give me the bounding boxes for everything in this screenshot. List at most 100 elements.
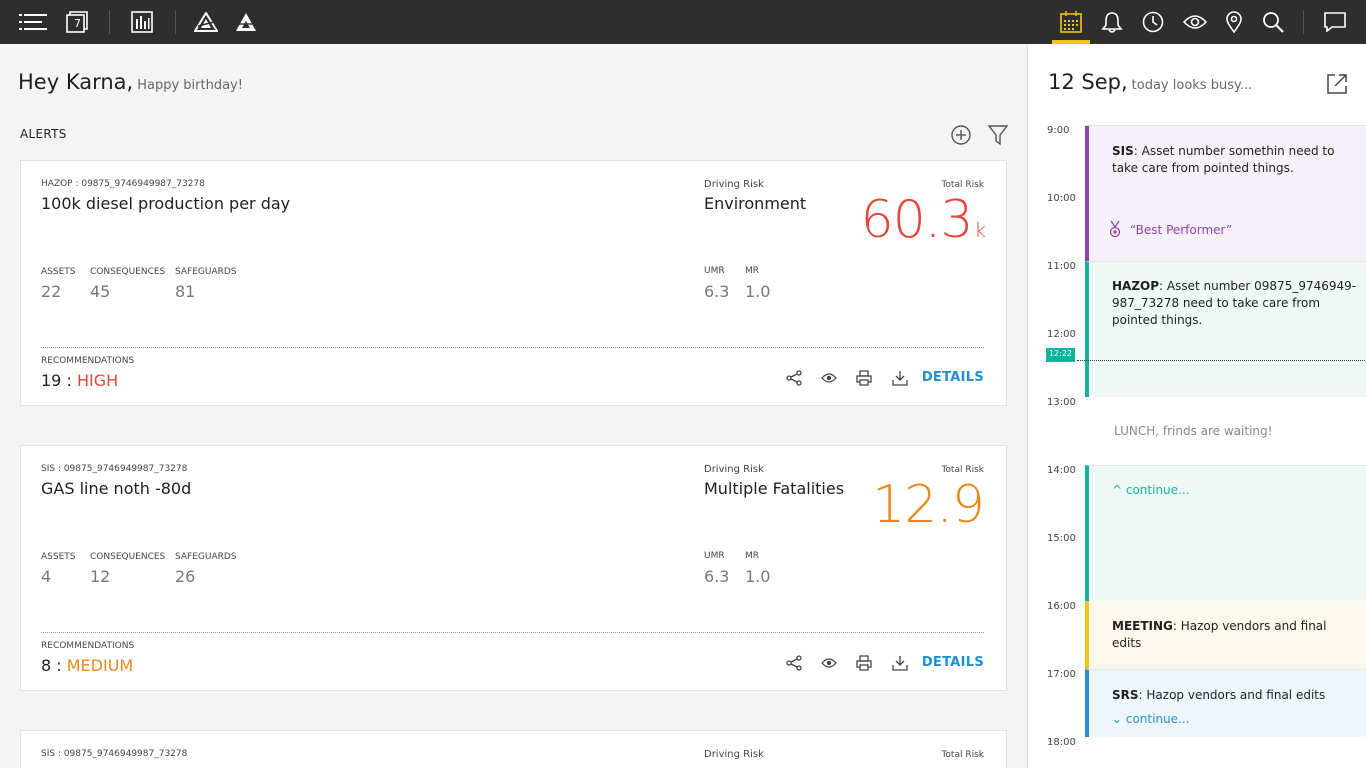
- toolbar-divider: [175, 10, 176, 34]
- continue-link[interactable]: ⌄ continue...: [1112, 712, 1190, 726]
- calendar-event[interactable]: MEETING: Hazop vendors and final edits: [1085, 601, 1366, 669]
- greeting: Hey Karna, Happy birthday!: [18, 70, 243, 94]
- filter-icon[interactable]: [987, 124, 1009, 146]
- total-risk-number: 60.3: [860, 190, 974, 250]
- umr-value: 6.3: [704, 282, 730, 301]
- add-alert-icon[interactable]: [950, 124, 972, 146]
- alert-title[interactable]: GAS line noth -80d: [41, 479, 191, 498]
- assets-label: ASSETS: [41, 552, 76, 562]
- event-text: HAZOP: Asset number 09875_9746949-987_73…: [1112, 278, 1357, 329]
- hour-label: 18:00: [1047, 737, 1076, 748]
- recommendations-count: 19 :: [41, 371, 72, 390]
- hour-label: 17:00: [1047, 669, 1076, 680]
- menu-icon[interactable]: [14, 0, 52, 44]
- details-button[interactable]: DETAILS: [922, 370, 984, 385]
- continue-link[interactable]: ^ continue...: [1112, 483, 1190, 497]
- open-external-icon[interactable]: [1326, 73, 1348, 95]
- report-icon[interactable]: [123, 0, 161, 44]
- schedule-date-day: 12 Sep,: [1048, 70, 1128, 94]
- safeguards-label: SAFEGUARDS: [175, 552, 237, 562]
- greeting-name: Hey Karna,: [18, 70, 134, 94]
- total-risk-unit: k: [974, 218, 986, 242]
- total-risk-label: Total Risk: [941, 750, 984, 760]
- hour-label: 15:00: [1047, 533, 1076, 544]
- event-description: : Asset number somethin need to take car…: [1112, 144, 1335, 175]
- view-icon[interactable]: [819, 653, 839, 673]
- chat-icon[interactable]: [1316, 0, 1354, 44]
- calendar-event[interactable]: SRS: Hazop vendors and final edits ⌄ con…: [1085, 669, 1366, 737]
- alert-card: SIS : 09875_9746949987_73278 Driving Ris…: [20, 730, 1007, 768]
- hour-label: 10:00: [1047, 193, 1076, 204]
- calendar-event[interactable]: LUNCH, frinds are waiting!: [1085, 397, 1366, 465]
- download-icon[interactable]: [890, 653, 910, 673]
- calendar-event[interactable]: SIS: Asset number somethin need to take …: [1085, 126, 1366, 261]
- view-icon[interactable]: [819, 368, 839, 388]
- search-icon[interactable]: [1254, 0, 1292, 44]
- share-icon[interactable]: [784, 368, 804, 388]
- mr-label: MR: [745, 266, 760, 276]
- recommendations-value: 19 : HIGH: [41, 371, 118, 390]
- umr-label: UMR: [704, 266, 725, 276]
- hour-label: 9:00: [1047, 125, 1070, 136]
- assets-value: 4: [41, 567, 52, 586]
- recommendations-count: 8 :: [41, 656, 62, 675]
- recommendations-label: RECOMMENDATIONS: [41, 641, 135, 651]
- driving-risk-label: Driving Risk: [704, 749, 764, 760]
- umr-value: 6.3: [704, 567, 730, 586]
- alert-card: HAZOP : 09875_9746949987_73278 100k dies…: [20, 160, 1007, 406]
- download-icon[interactable]: [890, 368, 910, 388]
- share-icon[interactable]: [784, 653, 804, 673]
- event-text: SRS: Hazop vendors and final edits: [1112, 687, 1357, 704]
- schedule-date: 12 Sep, today looks busy...: [1048, 70, 1252, 94]
- total-risk-value: 12.9: [872, 472, 986, 548]
- safeguards-value: 26: [175, 567, 196, 586]
- event-description: : Hazop vendors and final edits: [1138, 688, 1326, 702]
- mr-value: 1.0: [745, 282, 771, 301]
- consequences-value: 12: [90, 567, 111, 586]
- triangle-icon[interactable]: [227, 0, 265, 44]
- print-icon[interactable]: [854, 653, 874, 673]
- assets-label: ASSETS: [41, 267, 76, 277]
- alert-code: SIS : 09875_9746949987_73278: [41, 749, 188, 759]
- total-risk-value: 60.3 k: [861, 187, 986, 263]
- card-divider: [41, 632, 984, 633]
- hour-label: 12:00: [1047, 329, 1076, 340]
- calendar-event[interactable]: ^ continue...: [1085, 465, 1366, 601]
- calendar-day-icon[interactable]: 7: [58, 0, 96, 44]
- safeguards-label: SAFEGUARDS: [175, 267, 237, 277]
- event-badge-text: “Best Performer”: [1129, 223, 1233, 237]
- event-tag: HAZOP: [1112, 279, 1160, 293]
- consequences-label: CONSEQUENCES: [90, 552, 166, 562]
- driving-risk-label: Driving Risk: [704, 464, 764, 475]
- assets-value: 22: [41, 282, 62, 301]
- event-tag: SIS: [1112, 144, 1134, 158]
- total-risk-number: 12.9: [872, 475, 985, 535]
- schedule-date-sub: today looks busy...: [1131, 78, 1253, 93]
- hour-label: 16:00: [1047, 601, 1076, 612]
- medal-icon: [1109, 220, 1121, 238]
- driving-risk-value: Environment: [704, 194, 807, 213]
- details-button[interactable]: DETAILS: [922, 655, 984, 670]
- hour-label: 13:00: [1047, 397, 1076, 408]
- hour-label: 14:00: [1047, 465, 1076, 476]
- alert-title[interactable]: 100k diesel production per day: [41, 194, 290, 213]
- calendar-icon[interactable]: [1052, 0, 1090, 44]
- event-text: SIS: Asset number somethin need to take …: [1112, 143, 1357, 177]
- calendar-event[interactable]: HAZOP: Asset number 09875_9746949-987_73…: [1085, 261, 1366, 397]
- alerts-title: ALERTS: [20, 127, 67, 141]
- hazard-icon[interactable]: [187, 0, 225, 44]
- current-time-badge: 12:22: [1046, 348, 1075, 360]
- location-icon[interactable]: [1215, 0, 1253, 44]
- consequences-value: 45: [90, 282, 111, 301]
- toolbar-divider: [109, 10, 110, 34]
- print-icon[interactable]: [854, 368, 874, 388]
- event-tag: MEETING: [1112, 619, 1173, 633]
- recommendations-value: 8 : MEDIUM: [41, 656, 133, 675]
- clock-icon[interactable]: [1134, 0, 1172, 44]
- greeting-sub: Happy birthday!: [137, 78, 243, 93]
- main-panel: Hey Karna, Happy birthday! ALERTS HAZOP :…: [0, 44, 1027, 768]
- eye-icon[interactable]: [1176, 0, 1214, 44]
- event-badge: “Best Performer”: [1108, 220, 1232, 238]
- event-tag: SRS: [1112, 688, 1139, 702]
- bell-icon[interactable]: [1093, 0, 1131, 44]
